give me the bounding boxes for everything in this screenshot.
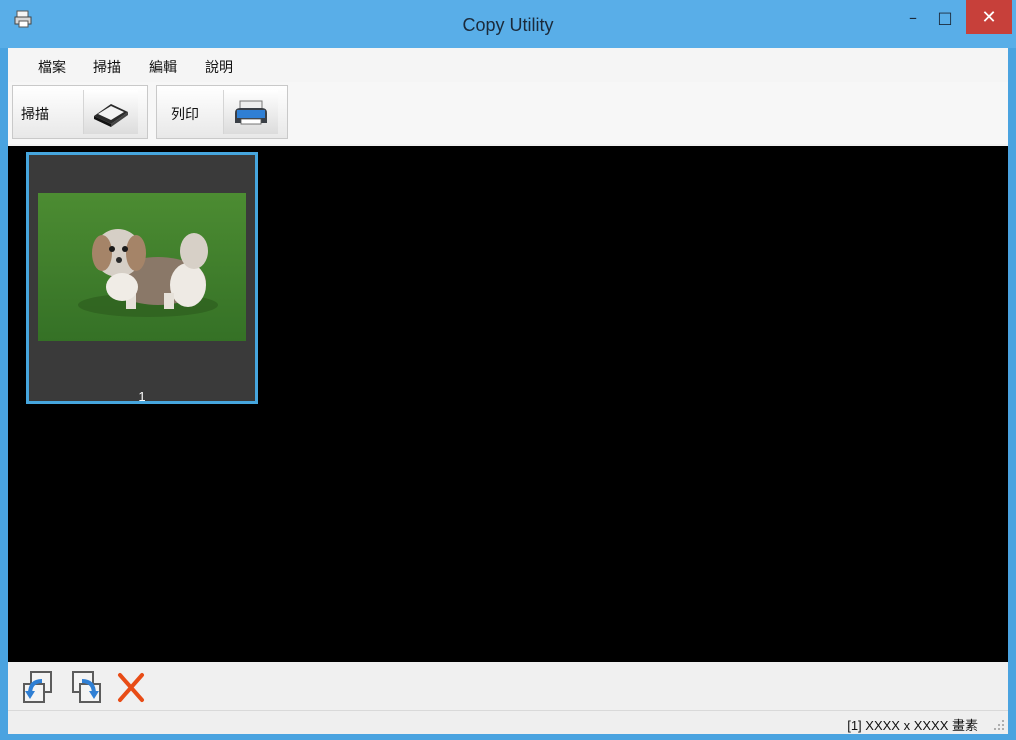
status-text: [1] XXXX x XXXX 畫素 [847,718,978,733]
toolbar: 掃描 列印 [8,82,1008,144]
scanner-icon [94,104,128,127]
rotate-left-icon[interactable] [22,670,56,704]
menu-bar: 檔案 掃描 編輯 說明 [8,48,1008,82]
resize-grip-icon[interactable] [992,718,1006,732]
menu-scan[interactable]: 掃描 [93,57,121,77]
page-thumbnail[interactable]: 1 [26,152,258,404]
scanner-icon-wrap [83,90,138,134]
printer-icon-wrap [223,90,278,134]
menu-file[interactable]: 檔案 [38,57,66,77]
thumbnail-page-number: 1 [138,389,146,404]
scan-button[interactable]: 掃描 [12,85,148,139]
client-area: 檔案 掃描 編輯 說明 掃描 列印 1 [1] XXXX x XXXX 畫素 [8,48,1008,734]
image-viewer[interactable]: 1 [8,146,1008,662]
rotate-right-icon[interactable] [68,670,102,704]
scan-button-label: 掃描 [21,107,49,123]
close-button[interactable]: ✕ [966,0,1012,34]
print-button-label: 列印 [171,107,199,123]
status-bar: [1] XXXX x XXXX 畫素 [8,710,1008,734]
title-bar[interactable]: Copy Utility – □ ✕ [0,0,1016,48]
bottom-toolbar [8,662,1008,710]
printer-icon [235,100,267,125]
window-title: Copy Utility [462,15,554,35]
minimize-button[interactable]: – [898,0,928,34]
dog-photo [38,193,246,341]
delete-icon[interactable] [114,670,148,704]
print-button[interactable]: 列印 [156,85,288,139]
menu-edit[interactable]: 編輯 [149,57,177,77]
menu-help[interactable]: 說明 [205,57,233,77]
maximize-button[interactable]: □ [930,0,960,34]
app-window: Copy Utility – □ ✕ 檔案 掃描 編輯 說明 掃描 列印 1 [… [0,0,1016,740]
